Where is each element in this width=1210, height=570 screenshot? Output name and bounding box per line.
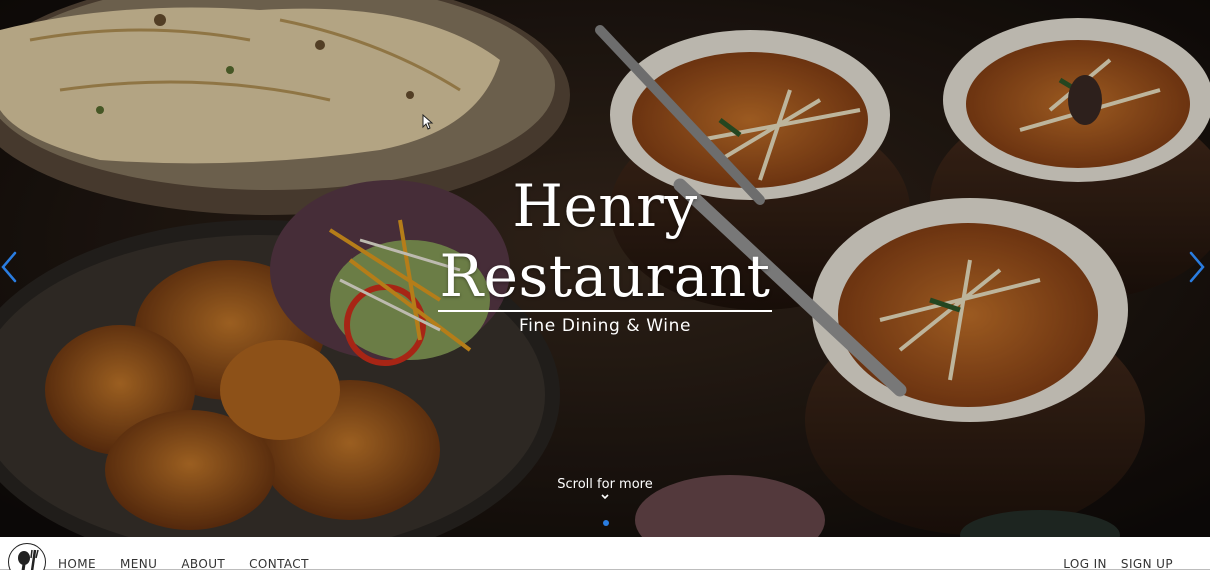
- chevron-left-icon: [1, 251, 17, 283]
- log-in-link[interactable]: LOG IN: [1063, 557, 1107, 570]
- spoon-fork-logo-icon[interactable]: [8, 543, 46, 570]
- hero-title-block: Henry Restaurant Fine Dining & Wine: [0, 170, 1210, 336]
- scroll-for-more-label: Scroll for more: [557, 477, 653, 492]
- hero-title-line2: Restaurant: [437, 242, 773, 312]
- navigation-bar: HOME MENU ABOUT CONTACT LOG IN SIGN UP: [0, 537, 1210, 570]
- nav-links: HOME MENU ABOUT CONTACT: [58, 557, 309, 570]
- prev-slide-button[interactable]: [0, 250, 20, 284]
- nav-item-home[interactable]: HOME: [58, 557, 96, 570]
- mouse-cursor-icon: [422, 114, 434, 130]
- slide-indicators: [603, 520, 609, 526]
- scroll-for-more-button[interactable]: Scroll for more: [0, 477, 1210, 501]
- hero-slideshow: Henry Restaurant Fine Dining & Wine Scro…: [0, 0, 1210, 537]
- next-slide-button[interactable]: [1186, 250, 1206, 284]
- sign-up-link[interactable]: SIGN UP: [1121, 557, 1173, 570]
- nav-item-about[interactable]: ABOUT: [181, 557, 225, 570]
- chevron-down-icon: [601, 494, 609, 500]
- nav-item-contact[interactable]: CONTACT: [249, 557, 309, 570]
- slide-dot-active[interactable]: [603, 520, 609, 526]
- nav-item-menu[interactable]: MENU: [120, 557, 157, 570]
- auth-links: LOG IN SIGN UP: [1063, 557, 1173, 570]
- hero-subtitle: Fine Dining & Wine: [518, 316, 692, 336]
- hero-title-line1: Henry: [512, 172, 698, 240]
- chevron-right-icon: [1189, 251, 1205, 283]
